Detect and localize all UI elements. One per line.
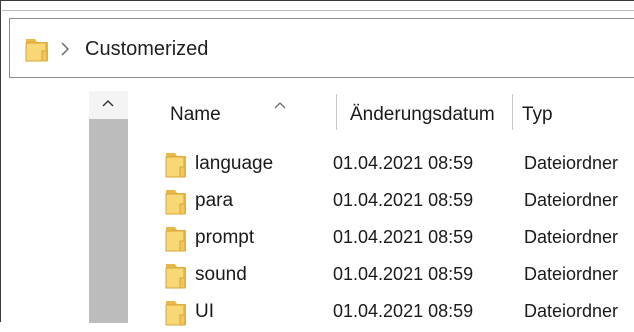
- column-header-type[interactable]: Typ: [522, 104, 553, 126]
- folder-icon: [165, 301, 186, 326]
- file-date: 01.04.2021 08:59: [333, 227, 474, 247]
- file-date: 01.04.2021 08:59: [333, 190, 474, 210]
- address-bar[interactable]: Customerized: [9, 18, 634, 78]
- column-header: Name Änderungsdatum Typ: [128, 91, 634, 139]
- explorer-window: Customerized Name Änderungsdatum Typ lan…: [0, 0, 634, 326]
- sort-ascending-icon: [274, 102, 286, 109]
- file-row-language[interactable]: language 01.04.2021 08:59 Dateiordner: [128, 147, 634, 184]
- column-divider[interactable]: [512, 94, 513, 130]
- file-row-ui[interactable]: UI 01.04.2021 08:59 Dateiordner: [128, 295, 634, 332]
- folder-icon: [165, 153, 186, 178]
- folder-icon: [165, 264, 186, 289]
- column-header-name[interactable]: Name: [170, 104, 221, 126]
- chevron-up-icon: [102, 99, 114, 107]
- navigation-pane[interactable]: [89, 91, 128, 323]
- folder-icon: [25, 39, 48, 62]
- file-name: UI: [195, 301, 214, 322]
- file-type: Dateiordner: [524, 301, 619, 321]
- file-type: Dateiordner: [524, 227, 619, 247]
- file-type: Dateiordner: [524, 190, 619, 210]
- file-list: language 01.04.2021 08:59 Dateiordner pa…: [128, 147, 634, 332]
- file-name: sound: [195, 264, 247, 285]
- breadcrumb-current-folder[interactable]: Customerized: [85, 38, 208, 61]
- file-date: 01.04.2021 08:59: [333, 264, 474, 284]
- file-name: language: [195, 153, 274, 174]
- file-row-prompt[interactable]: prompt 01.04.2021 08:59 Dateiordner: [128, 221, 634, 258]
- file-date: 01.04.2021 08:59: [333, 301, 474, 321]
- column-header-date[interactable]: Änderungsdatum: [350, 104, 495, 126]
- file-row-sound[interactable]: sound 01.04.2021 08:59 Dateiordner: [128, 258, 634, 295]
- toolbar-divider: [2, 10, 634, 11]
- folder-icon: [165, 227, 186, 252]
- file-type: Dateiordner: [524, 264, 619, 284]
- file-date: 01.04.2021 08:59: [333, 153, 474, 173]
- file-type: Dateiordner: [524, 153, 619, 173]
- column-divider[interactable]: [336, 94, 337, 130]
- chevron-right-icon[interactable]: [58, 40, 72, 58]
- file-name: para: [195, 190, 234, 211]
- scroll-up-button[interactable]: [89, 91, 128, 119]
- folder-icon: [165, 190, 186, 215]
- file-row-para[interactable]: para 01.04.2021 08:59 Dateiordner: [128, 184, 634, 221]
- file-name: prompt: [195, 227, 255, 248]
